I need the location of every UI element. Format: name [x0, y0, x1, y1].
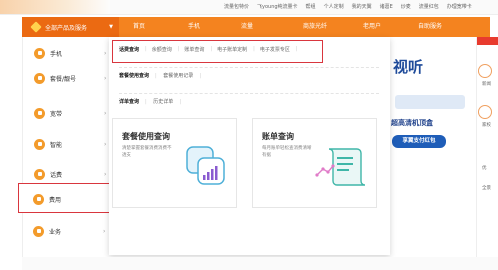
fee-icon — [33, 193, 44, 205]
top-link[interactable]: 帮组 — [306, 2, 316, 12]
bill-query-card[interactable]: 账单查询 每月账单轻松查消费清晰有据 — [252, 118, 377, 208]
sidebar-item-label: 业务 — [49, 228, 62, 236]
chevron-right-icon: › — [103, 227, 106, 235]
sidebar-item-label: 话费 — [50, 171, 63, 179]
school-icon[interactable] — [478, 105, 492, 119]
top-logo — [0, 0, 110, 14]
sidebar-item-label: 智能 — [50, 141, 63, 149]
package-tabs: 套餐使用查询 | 套餐使用记录 | — [119, 73, 201, 79]
right-item-label: 优 — [482, 166, 487, 171]
usage-chart-icon — [186, 146, 225, 185]
right-item-label: 新闻 — [482, 82, 491, 87]
credit-icon — [34, 168, 45, 180]
top-link[interactable]: 诸葛E — [380, 2, 393, 12]
right-item-label: 全景 — [482, 186, 491, 191]
right-red-bar — [477, 37, 498, 45]
sidebar-item-smart[interactable]: 智能 › — [23, 131, 120, 157]
news-icon[interactable] — [478, 64, 492, 78]
chevron-down-icon: ▼ — [109, 24, 113, 30]
broadband-icon — [34, 107, 45, 119]
sidebar-item-plans[interactable]: 套餐/靓号 › — [23, 65, 120, 91]
right-item-label: 家校 — [482, 123, 491, 128]
business-icon — [33, 225, 44, 237]
hero-button[interactable]: 享翼支付红包 — [392, 135, 446, 148]
divider — [119, 93, 379, 94]
hero-decoration — [395, 95, 465, 109]
top-link[interactable]: 办理宽带卡 — [447, 2, 472, 12]
tab-package-usage[interactable]: 套餐使用查询 — [119, 73, 149, 79]
detail-tabs: 详单查询 | 历史详单 | — [119, 99, 181, 105]
top-link[interactable]: 流量包特价 — [224, 2, 249, 12]
top-link[interactable]: 炒麦 — [401, 2, 411, 12]
sidebar-item-broadband[interactable]: 宽带 › — [23, 100, 120, 126]
top-links: 流量包特价 飞young纯流量卡 帮组 个人定制 我的天翼 诸葛E 炒麦 流量红… — [224, 2, 472, 12]
nav-item-phone[interactable]: 手机 — [188, 17, 241, 37]
cube-icon — [30, 21, 42, 33]
main-nav: 全部产品及服务 ▼ 首页 手机 流量 商旅光纤 老用户 自助服务 — [22, 17, 490, 37]
chevron-right-icon: › — [104, 170, 107, 178]
card-desc: 每月账单轻松查消费清晰有据 — [262, 146, 312, 158]
nav-item-old-user[interactable]: 老用户 — [363, 17, 418, 37]
sidebar-item-phone[interactable]: 手机 › — [23, 40, 120, 66]
sidebar-item-business[interactable]: 业务 › — [22, 218, 119, 244]
sidebar-item-label: 宽带 — [50, 110, 63, 118]
dropdown-panel: 话费查询 | 余额查询 | 账单查询 | 电子账单定制 | 电子发票专区 | 套餐使用查询… — [109, 37, 390, 255]
card-desc: 清楚掌握套餐消费消费不透支 — [122, 146, 172, 158]
sidebar-item-label: 费用 — [49, 196, 62, 204]
tab-package-records[interactable]: 套餐使用记录 — [163, 73, 193, 79]
sidebar-item-label: 套餐/靓号 — [50, 75, 77, 83]
all-products-button[interactable]: 全部产品及服务 ▼ — [22, 17, 119, 37]
top-link[interactable]: 流量红包 — [419, 2, 439, 12]
phone-icon — [34, 47, 45, 59]
chevron-right-icon: › — [104, 74, 107, 82]
card-title: 套餐使用查询 — [122, 132, 170, 141]
nav-item-fiber[interactable]: 商旅光纤 — [303, 17, 363, 37]
tab-detail-query[interactable]: 详单查询 — [119, 99, 139, 105]
chevron-right-icon: › — [104, 140, 107, 148]
top-link[interactable]: 我的天翼 — [352, 2, 372, 12]
tab-history-detail[interactable]: 历史详单 — [153, 99, 173, 105]
query-tabs-highlight — [112, 40, 323, 63]
bill-scroll-icon — [315, 148, 366, 186]
smart-icon — [34, 138, 45, 150]
nav-items: 首页 手机 流量 商旅光纤 老用户 自助服务 — [127, 17, 442, 37]
card-title: 账单查询 — [262, 132, 294, 141]
bottom-strip — [22, 257, 498, 270]
hero-title: 视听 — [393, 58, 424, 76]
plan-icon — [34, 72, 45, 84]
top-bar: 流量包特价 飞young纯流量卡 帮组 个人定制 我的天翼 诸葛E 炒麦 流量红… — [0, 0, 498, 15]
chevron-right-icon: › — [104, 109, 107, 117]
top-link[interactable]: 飞young纯流量卡 — [257, 2, 298, 12]
divider — [119, 67, 379, 68]
chevron-right-icon: › — [104, 49, 107, 57]
nav-item-self-service[interactable]: 自助服务 — [418, 17, 442, 37]
package-usage-card[interactable]: 套餐使用查询 清楚掌握套餐消费消费不透支 — [112, 118, 237, 208]
sidebar-item-label: 手机 — [50, 50, 63, 58]
top-link[interactable]: 个人定制 — [324, 2, 344, 12]
sidebar-item-fees[interactable]: 费用 — [22, 186, 119, 212]
nav-item-home[interactable]: 首页 — [133, 17, 188, 37]
hero-subtitle: 超高清机顶盒 — [391, 119, 433, 127]
nav-item-traffic[interactable]: 流量 — [241, 17, 303, 37]
all-products-label: 全部产品及服务 — [45, 24, 88, 32]
